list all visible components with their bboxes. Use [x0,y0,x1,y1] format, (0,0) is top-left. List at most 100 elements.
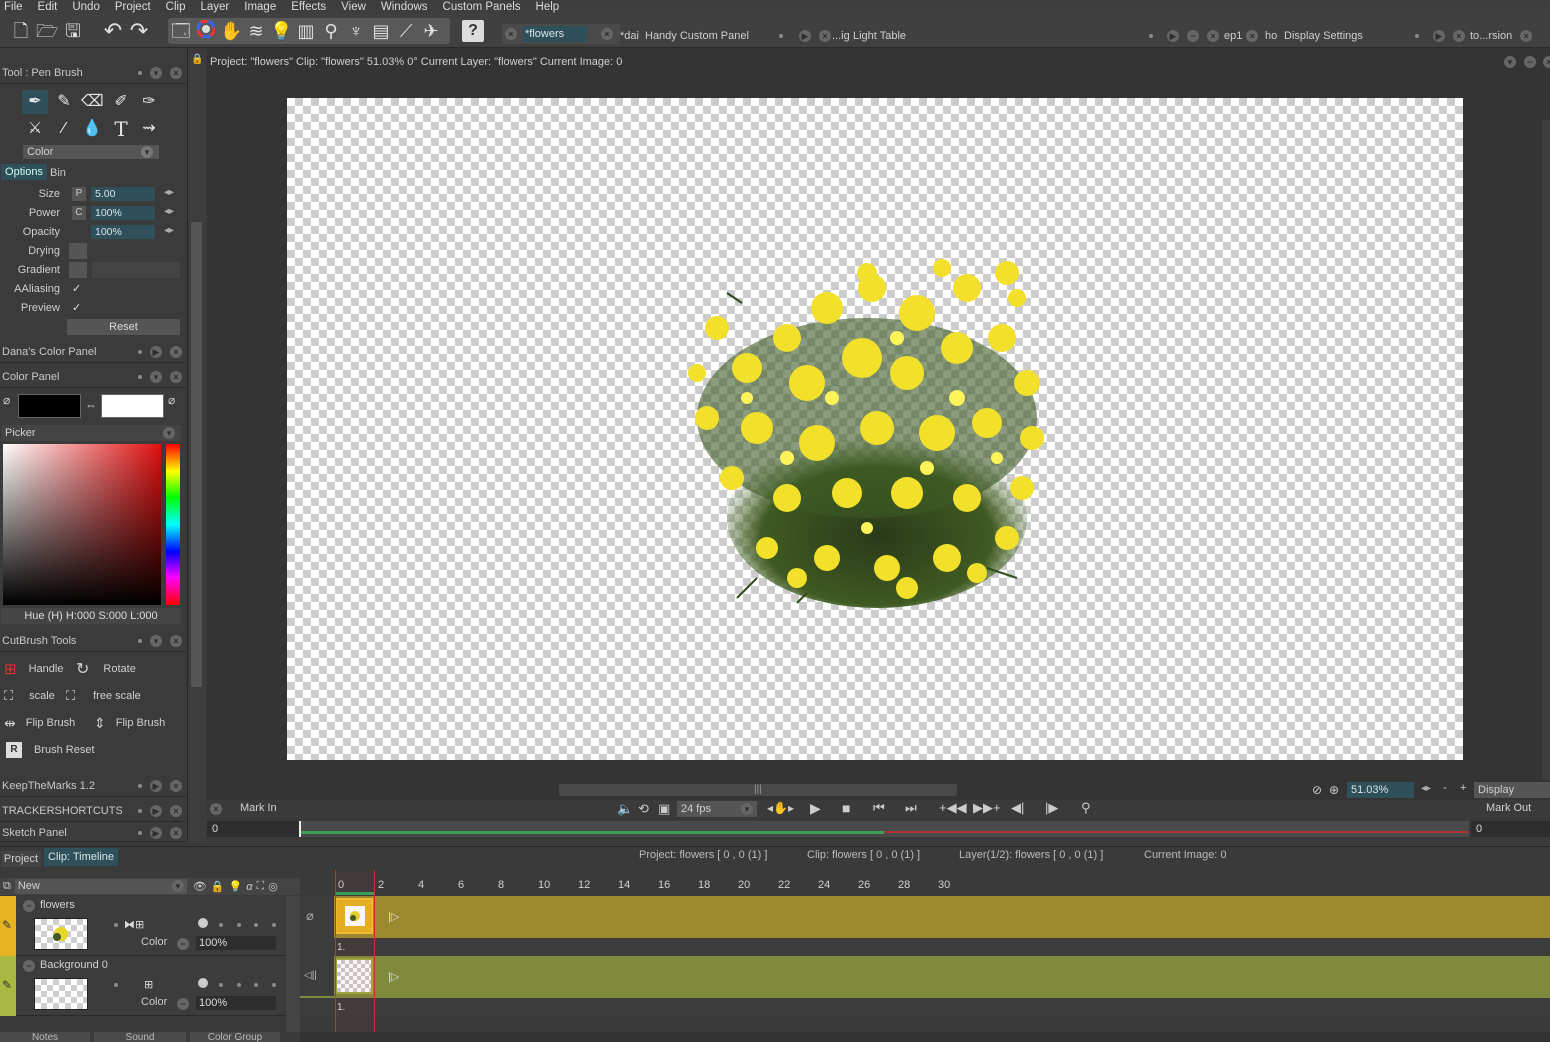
tab-flowers-close-left-icon[interactable]: × [505,28,517,40]
primary-color-swatch[interactable] [18,394,81,418]
track-start-marker-icon[interactable]: ◁|| [304,970,317,981]
menu-view[interactable]: View [341,1,366,13]
drawing-canvas[interactable] [287,98,1463,760]
sketch-panel-header[interactable]: Sketch Panel ▶ × [0,825,186,842]
cutbrush-free-scale-button[interactable]: ⛶ free scale [66,688,141,704]
zoom-field[interactable]: 51.03% [1347,782,1414,798]
size-field[interactable]: 5.00 [91,187,155,201]
eyedropper-right-icon[interactable]: ⌀ [168,393,175,407]
layer-blend-mode[interactable]: Color [141,996,167,1008]
menu-image[interactable]: Image [244,1,276,13]
scrub-hand-icon[interactable]: ◂✋▸ [767,801,794,815]
cutbrush-collapse-icon[interactable]: ▾ [150,634,162,647]
tab-dai[interactable]: *dai [620,24,639,48]
undo-icon[interactable]: ↶ [102,20,124,42]
prev-frame-icon[interactable]: ◀| [1011,800,1024,816]
prev-key-icon[interactable]: +◀◀ [939,800,967,816]
lock-layer-icon[interactable]: 🔒 [211,880,225,893]
cell-end-marker-icon[interactable]: |▷ [388,910,399,923]
track-background[interactable] [300,956,1550,998]
fps-dropdown[interactable]: 24 fps ▾ [677,801,757,817]
tracker-close-icon[interactable]: × [170,804,182,817]
power-curve-toggle[interactable]: C [72,206,86,220]
next-frame-icon[interactable]: |▶ [1045,800,1058,816]
menu-edit[interactable]: Edit [38,1,58,13]
cutbrush-handle-button[interactable]: ⊞ Handle [4,661,63,678]
last-frame-icon[interactable]: ⏭ [905,800,917,816]
stamp-icon[interactable]: ♆ [345,20,367,42]
layer-visibility-dot[interactable] [198,918,208,928]
layer-thumbnail[interactable] [34,978,88,1010]
mark-out-field[interactable]: 0 [1471,821,1550,837]
tab-ep1[interactable]: ep1 × [1224,24,1259,48]
swap-colors-icon[interactable]: ⇔ [85,398,97,412]
tab-notes[interactable]: Notes [0,1032,90,1042]
target-icon[interactable]: ◎ [268,880,278,893]
mark-in-close-icon[interactable]: × [210,803,222,815]
layer-thumbnail[interactable] [34,918,88,950]
tab-handy-play-icon[interactable]: ▶ [798,30,811,42]
marker-pin-icon[interactable]: ⚲ [1081,800,1091,816]
layer-opacity-minus-icon[interactable]: − [177,998,189,1010]
water-drop-icon[interactable]: 💧 [81,118,103,140]
keepmarks-close-icon[interactable]: × [170,779,182,792]
picker-dropdown[interactable]: Picker ▾ [1,425,181,441]
scrubber-playhead[interactable] [299,821,301,837]
airbrush-icon[interactable]: ✑ [138,91,160,113]
lightbulb-layer-icon[interactable]: 💡 [229,880,243,893]
timeline-scrubber[interactable] [299,821,1469,837]
tab-rsion-close-icon[interactable]: × [1520,30,1533,42]
tab-bin[interactable]: Bin [50,166,70,180]
menu-custom-panels[interactable]: Custom Panels [443,1,521,13]
layer-mask-dot[interactable] [272,923,276,927]
tab-display-close-icon[interactable]: × [1452,30,1465,42]
cutbrush-scale-button[interactable]: ⛶ scale [4,688,55,704]
cutbrush-flip-v-button[interactable]: ⇕ Flip Brush [94,715,165,731]
layer-light-dot[interactable] [237,923,241,927]
menu-clip[interactable]: Clip [166,1,186,13]
tab-color-group[interactable]: Color Group [190,1032,280,1042]
project-icon[interactable]: 🗔 [170,20,192,42]
marker-icon[interactable]: ✐ [110,91,132,113]
tab-handy-close-icon[interactable]: × [818,30,831,42]
cutbrush-flip-h-button[interactable]: ⇹ Flip Brush [4,715,75,731]
play-icon[interactable]: ▶ [810,800,821,817]
gradient-checkbox[interactable] [69,262,87,278]
reset-button[interactable]: Reset [67,319,180,335]
power-stepper-icon[interactable]: ◂▸ [164,206,174,217]
layer-row-background[interactable]: ✎ − Background 0 ⊞ Color − 100% [0,956,300,1016]
zoom-in-button[interactable]: + [1460,782,1466,794]
layer-collapse-icon[interactable]: − [23,900,35,912]
layer-light-dot[interactable] [237,983,241,987]
brush-mode-dropdown[interactable]: Color ▾ [23,145,159,159]
menu-effects[interactable]: Effects [291,1,326,13]
cutbrush-rotate-button[interactable]: ↻ Rotate [76,661,136,678]
layers-icon[interactable]: ≋ [245,20,267,42]
secondary-color-swatch[interactable] [101,394,164,418]
tab-flowers-close-icon[interactable]: × [601,28,613,40]
eye-icon[interactable]: 👁 [193,880,207,893]
sketch-close-icon[interactable]: × [170,827,182,839]
layer-name[interactable]: Background 0 [40,959,108,971]
fill-brush-icon[interactable]: ⇝ [138,118,160,140]
layer-lock-dot[interactable] [219,923,223,927]
tab-display-play-icon[interactable]: ▶ [1432,30,1445,42]
layer-alpha-dot[interactable] [254,923,258,927]
layer-opacity-field[interactable]: 100% [196,996,276,1010]
tool-panel-collapse-icon[interactable]: ▾ [150,66,162,79]
zoom-out-button[interactable]: - [1443,782,1447,794]
pencil-icon[interactable]: ✎ [53,91,75,113]
color-panel-close-icon[interactable]: × [170,370,182,383]
layer-collapse-icon[interactable]: − [23,960,35,972]
first-frame-icon[interactable]: ⏮ [873,800,885,816]
layer-visibility-dot[interactable] [198,978,208,988]
menu-windows[interactable]: Windows [381,1,428,13]
keepmarks-expand-icon[interactable]: ▶ [150,779,162,792]
tab-handy-custom-panel[interactable]: Handy Custom Panel ▶ × [645,24,831,48]
tab-options[interactable]: Options [1,164,47,180]
danas-color-panel-header[interactable]: Dana's Color Panel ▶ × [0,341,186,363]
canvas-close-icon[interactable]: × [1543,56,1550,68]
eyedropper-left-icon[interactable]: ⌀ [3,393,10,407]
tracker-panel-header[interactable]: TRACKERSHORTCUTS ▶ × [0,800,186,822]
layer-blend-mode[interactable]: Color [141,936,167,948]
